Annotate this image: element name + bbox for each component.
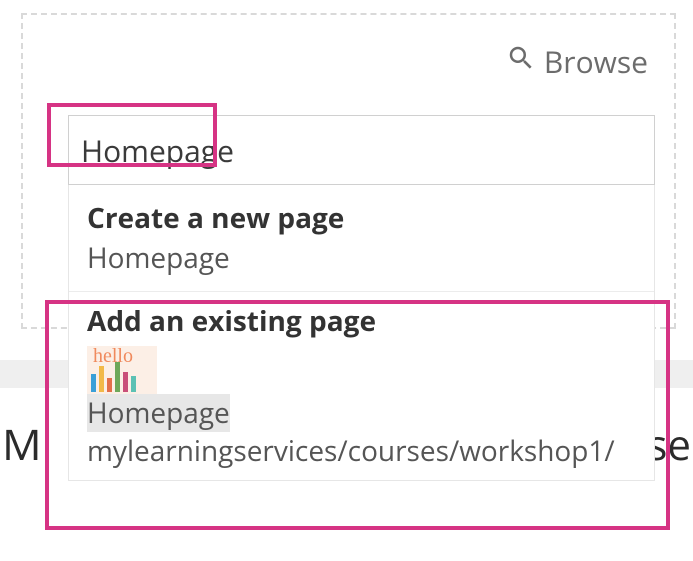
dropzone-container: Browse Create a new page Homepage Add an… [21, 13, 676, 329]
background-text-left: M [2, 416, 42, 473]
autocomplete-dropdown: Create a new page Homepage Add an existi… [68, 185, 655, 481]
create-new-page-option[interactable]: Homepage [69, 237, 654, 291]
existing-page-title: Homepage [87, 394, 636, 432]
existing-page-path: mylearningservices/courses/workshop1/ [87, 432, 636, 470]
browse-label: Browse [544, 41, 648, 82]
search-field-container[interactable] [68, 115, 655, 185]
page-search-input[interactable] [81, 130, 642, 171]
search-icon [506, 41, 536, 82]
add-existing-page-header: Add an existing page [69, 292, 654, 340]
browse-button[interactable]: Browse [506, 41, 648, 82]
create-new-page-header: Create a new page [69, 185, 654, 237]
page-thumbnail: hello [87, 346, 157, 394]
existing-page-option[interactable]: Homepage mylearningservices/courses/work… [69, 394, 654, 480]
